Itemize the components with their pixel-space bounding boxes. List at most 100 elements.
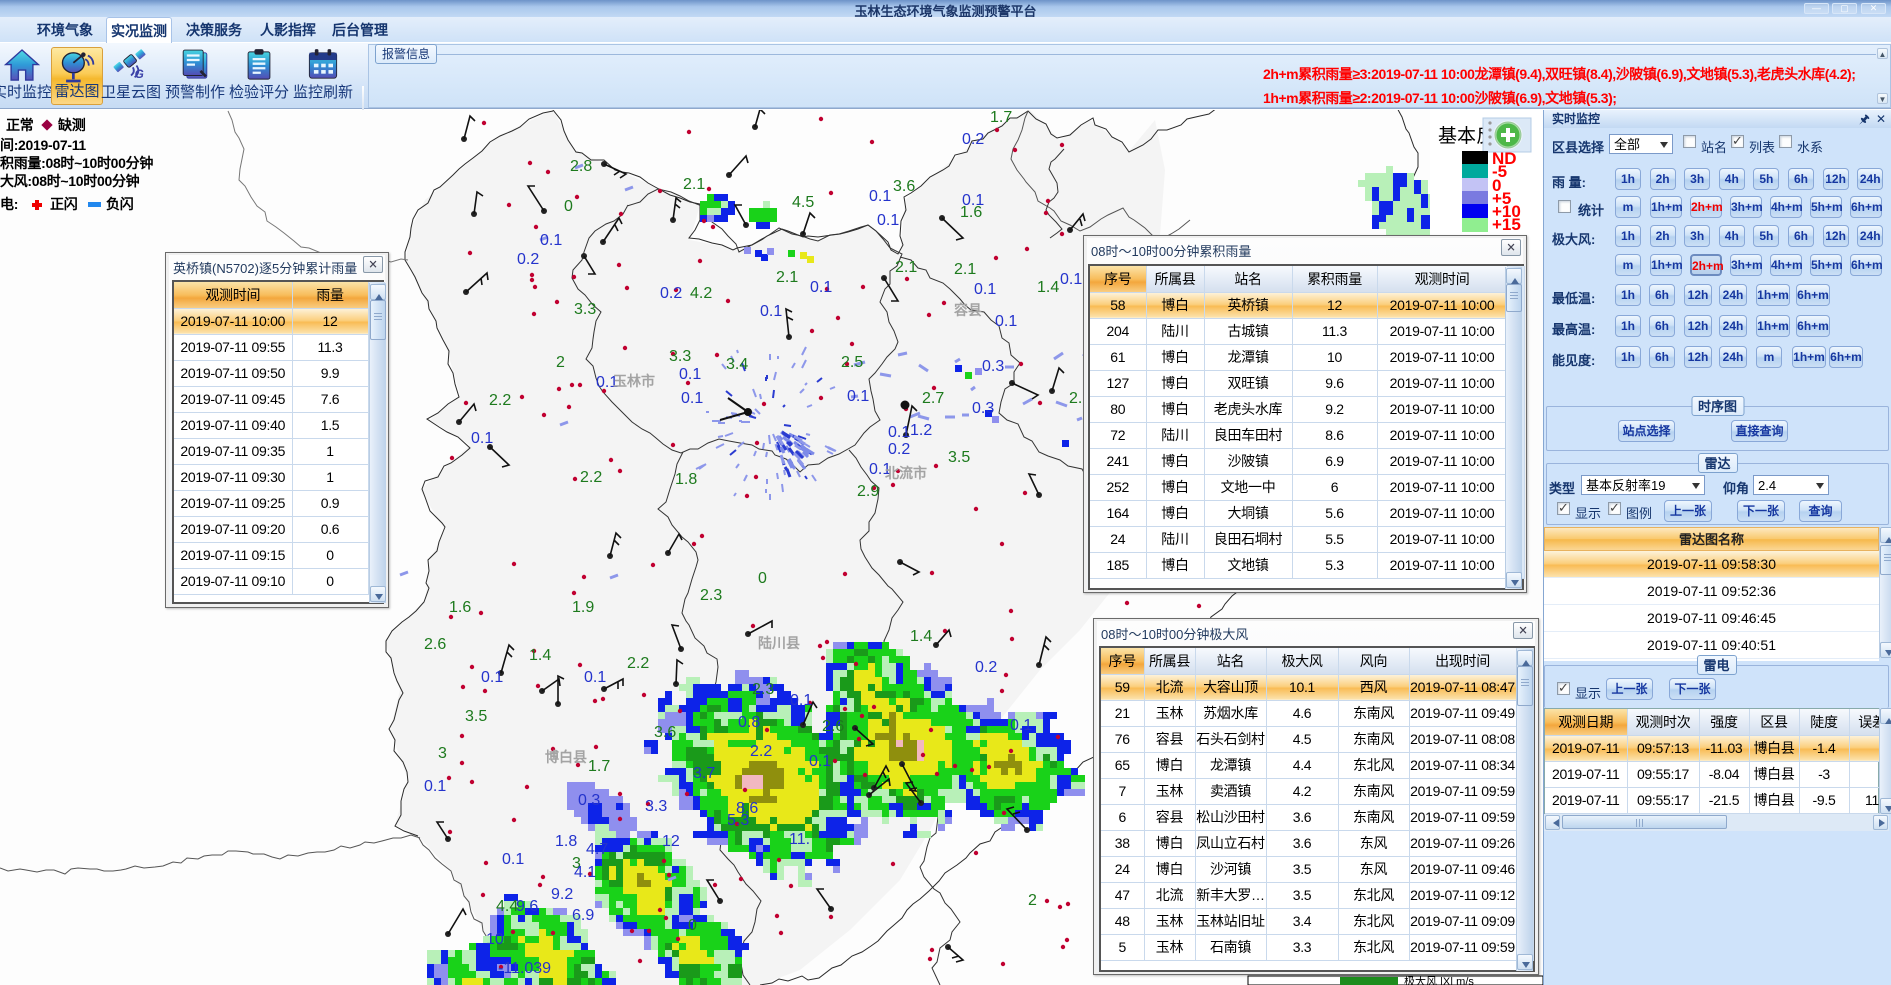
svg-text:0.1: 0.1 [471, 430, 493, 447]
svg-text:0.1: 0.1 [810, 279, 832, 296]
svg-text:0.2: 0.2 [962, 131, 984, 148]
svg-text:1.8: 1.8 [675, 471, 697, 488]
svg-text:0.1: 0.1 [502, 851, 524, 868]
svg-text:0.1: 0.1 [974, 281, 996, 298]
svg-text:0.2: 0.2 [888, 441, 910, 458]
svg-text:正常: 正常 [6, 117, 34, 133]
svg-text:3.3: 3.3 [669, 348, 691, 365]
svg-text:2.3: 2.3 [700, 587, 722, 604]
svg-text:2.1: 2.1 [954, 261, 976, 278]
svg-text:0.1: 0.1 [424, 778, 446, 795]
svg-text:4.1: 4.1 [574, 864, 596, 881]
svg-text:0.3: 0.3 [982, 358, 1004, 375]
svg-text:2.1: 2.1 [895, 259, 917, 276]
svg-text:负闪: 负闪 [106, 196, 134, 212]
svg-text:大风:08时~10时00分钟: 大风:08时~10时00分钟 [0, 173, 140, 189]
svg-text:0: 0 [564, 198, 573, 215]
svg-text:0: 0 [758, 570, 767, 587]
svg-text:0.2: 0.2 [660, 285, 682, 302]
svg-text:3: 3 [438, 745, 447, 762]
svg-text:1.4: 1.4 [1037, 279, 1059, 296]
svg-text:0.1: 0.1 [760, 303, 782, 320]
svg-text:3.6: 3.6 [654, 724, 676, 741]
svg-text:电:: 电: [0, 196, 18, 212]
svg-text:0.1: 0.1 [681, 390, 703, 407]
svg-text:正闪: 正闪 [50, 196, 78, 212]
svg-text:1.4: 1.4 [529, 647, 551, 664]
svg-text:1.6: 1.6 [449, 599, 471, 616]
svg-text:0.3: 0.3 [578, 792, 600, 809]
svg-text:3.6: 3.6 [893, 178, 915, 195]
svg-text:2.2: 2.2 [750, 743, 772, 760]
svg-text:0.1: 0.1 [790, 692, 812, 709]
svg-text:0.1: 0.1 [888, 424, 910, 441]
svg-text:0.1: 0.1 [679, 366, 701, 383]
svg-text:0.1: 0.1 [995, 313, 1017, 330]
svg-text:+15: +15 [1492, 215, 1521, 234]
svg-text:0.1: 0.1 [540, 232, 562, 249]
svg-text:0.1: 0.1 [809, 753, 831, 770]
svg-text:陆川县: 陆川县 [758, 635, 800, 651]
svg-text:3.7: 3.7 [693, 765, 715, 782]
svg-text:2.9: 2.9 [857, 483, 879, 500]
svg-text:缺测: 缺测 [58, 117, 86, 133]
svg-text:4.2: 4.2 [690, 285, 712, 302]
svg-text:-11.039: -11.039 [498, 960, 551, 977]
svg-text:0.1: 0.1 [1060, 271, 1082, 288]
svg-text:0.3: 0.3 [972, 400, 994, 417]
svg-text:2.2: 2.2 [489, 392, 511, 409]
svg-text:2.8: 2.8 [570, 158, 592, 175]
svg-text:3.3: 3.3 [645, 798, 667, 815]
svg-text:0.1: 0.1 [869, 188, 891, 205]
svg-text:玉林市: 玉林市 [613, 373, 655, 389]
svg-text:博白县: 博白县 [545, 749, 587, 765]
svg-text:2.2: 2.2 [580, 469, 602, 486]
svg-text:1.9: 1.9 [572, 599, 594, 616]
svg-text:3.3: 3.3 [574, 301, 596, 318]
svg-text:2.3: 2.3 [752, 681, 774, 698]
svg-text:3.5: 3.5 [948, 449, 970, 466]
svg-text:极大风 |X| m/s: 极大风 |X| m/s [1404, 974, 1474, 985]
svg-text:间:2019-07-11: 间:2019-07-11 [0, 137, 86, 153]
svg-text:9.6: 9.6 [516, 898, 538, 915]
svg-text:3.4: 3.4 [726, 356, 748, 373]
svg-text:1.2: 1.2 [910, 422, 932, 439]
svg-text:G: G [135, 67, 144, 81]
svg-text:0.1: 0.1 [847, 388, 869, 405]
svg-text:1.4: 1.4 [910, 628, 932, 645]
svg-text:2.2: 2.2 [627, 655, 649, 672]
svg-text:6.9: 6.9 [572, 907, 594, 924]
svg-text:2.6: 2.6 [424, 636, 446, 653]
svg-text:北流市: 北流市 [885, 465, 927, 481]
svg-text:4.4: 4.4 [496, 898, 518, 915]
svg-text:1.7: 1.7 [990, 110, 1012, 126]
svg-text:容县: 容县 [953, 302, 982, 318]
svg-text:0.1: 0.1 [1010, 717, 1032, 734]
svg-text:0.1: 0.1 [962, 192, 984, 209]
svg-text:0.1: 0.1 [877, 212, 899, 229]
svg-text:3.5: 3.5 [465, 708, 487, 725]
svg-text:12: 12 [662, 833, 680, 850]
svg-text:4.5: 4.5 [792, 194, 814, 211]
svg-text:0.2: 0.2 [975, 659, 997, 676]
svg-text:2: 2 [1028, 892, 1037, 909]
svg-text:11.: 11. [789, 831, 810, 848]
svg-text:5.3: 5.3 [727, 812, 749, 829]
svg-text:1.7: 1.7 [588, 758, 610, 775]
svg-text:0.2: 0.2 [517, 251, 539, 268]
svg-text:0.1: 0.1 [584, 669, 606, 686]
svg-text:0.8: 0.8 [738, 714, 760, 731]
svg-text:0: 0 [688, 917, 697, 934]
svg-text:2: 2 [556, 354, 565, 371]
svg-text:0.1: 0.1 [481, 669, 503, 686]
svg-text:2.6: 2.6 [822, 718, 844, 735]
svg-text:2.1: 2.1 [776, 269, 798, 286]
svg-text:2.7: 2.7 [922, 390, 944, 407]
svg-text:2.1: 2.1 [683, 176, 705, 193]
svg-text:2.5: 2.5 [841, 354, 863, 371]
svg-text:积雨量:08时~10时00分钟: 积雨量:08时~10时00分钟 [0, 155, 153, 171]
svg-text:4.7: 4.7 [586, 841, 608, 858]
svg-text:9.2: 9.2 [551, 886, 573, 903]
svg-text:10: 10 [486, 931, 504, 948]
svg-text:1.8: 1.8 [555, 833, 577, 850]
